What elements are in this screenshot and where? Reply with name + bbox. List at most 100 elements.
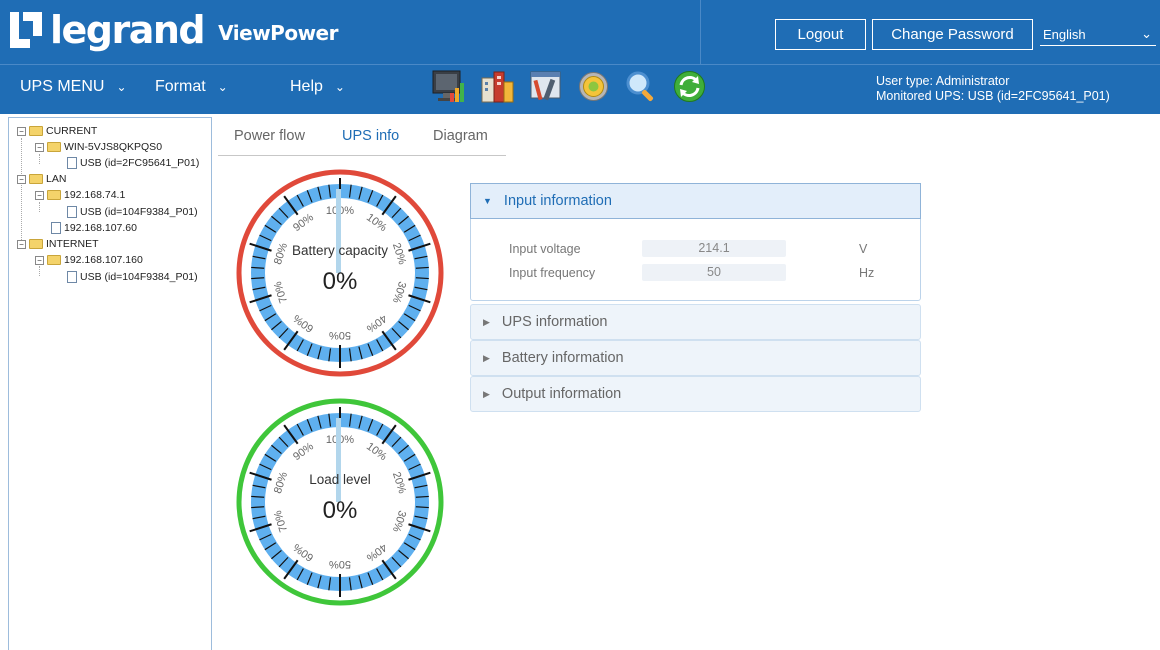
input-frequency-row: Input frequency 50 Hz	[509, 264, 879, 281]
battery-information-header[interactable]: ▶ Battery information	[471, 341, 920, 375]
gauge-scale-label: 60%	[291, 541, 316, 564]
gauge-scale-label: 50%	[329, 558, 351, 570]
format-menu-label: Format	[155, 78, 206, 95]
tree-node-label: USB (id=104F9384_P01)	[80, 271, 198, 283]
gauge-scale-label: 30%	[390, 280, 408, 305]
tab-ups-info[interactable]: UPS info	[342, 128, 399, 144]
header-divider	[0, 64, 1160, 65]
folder-icon	[47, 190, 61, 200]
chevron-down-icon: ⌄	[334, 80, 345, 94]
tab-power-flow[interactable]: Power flow	[234, 128, 305, 144]
collapse-icon[interactable]: −	[17, 126, 26, 136]
tree-node-current[interactable]: − CURRENT	[17, 124, 97, 138]
tree-node-lan-host2[interactable]: 192.168.107.60	[51, 221, 137, 235]
format-menu[interactable]: Format ⌄	[155, 78, 228, 96]
gauge-scale-label: 10%	[364, 212, 389, 235]
folder-icon	[29, 239, 43, 249]
header-divider-vertical	[700, 0, 701, 64]
product-name: ViewPower	[218, 21, 338, 45]
gauge-needle	[336, 189, 341, 273]
change-password-button[interactable]: Change Password	[872, 19, 1033, 50]
toolbar	[431, 68, 708, 105]
collapse-icon[interactable]: −	[17, 174, 26, 184]
collapse-icon[interactable]: −	[35, 255, 44, 265]
folder-icon	[47, 255, 61, 265]
tree-node-label: WIN-5VJS8QKPQS0	[64, 141, 163, 153]
input-information-panel: ▼ Input information Input voltage 214.1 …	[470, 183, 921, 301]
gauge-scale-label: 20%	[390, 471, 408, 496]
help-menu[interactable]: Help ⌄	[290, 78, 345, 96]
monitored-ups: Monitored UPS: USB (id=2FC95641_P01)	[876, 89, 1110, 103]
folder-icon	[29, 126, 43, 136]
tree-node-label: 192.168.107.60	[64, 222, 137, 234]
ups-information-panel[interactable]: ▶ UPS information	[470, 304, 921, 340]
monitor-chart-icon[interactable]	[431, 68, 468, 105]
gauge-value: 0%	[323, 497, 358, 524]
tree-node-lan-host1-device[interactable]: USB (id=104F9384_P01)	[67, 205, 198, 219]
triangle-down-icon: ▼	[483, 196, 492, 206]
tree-node-label: 192.168.74.1	[64, 189, 126, 201]
help-menu-label: Help	[290, 78, 323, 95]
tree-node-current-device[interactable]: USB (id=2FC95641_P01)	[67, 156, 199, 170]
tree-node-label: 192.168.107.160	[64, 254, 143, 266]
gauge-scale-label: 40%	[364, 541, 389, 564]
input-information-header[interactable]: ▼ Input information	[470, 183, 921, 219]
panel-title: Input information	[503, 193, 612, 209]
gauge-minor-tick	[251, 495, 265, 498]
input-frequency-value: 50	[642, 264, 786, 281]
tree-node-label: USB (id=104F9384_P01)	[80, 206, 198, 218]
file-icon	[51, 222, 61, 234]
ups-information-header[interactable]: ▶ UPS information	[471, 305, 920, 339]
refresh-icon[interactable]	[671, 68, 708, 105]
gauge-scale-label: 70%	[272, 509, 290, 534]
tree-node-internet[interactable]: − INTERNET	[17, 237, 99, 251]
gauge-scale-label: 70%	[272, 280, 290, 305]
collapse-icon[interactable]: −	[17, 239, 26, 249]
field-unit: V	[859, 241, 868, 256]
ups-menu[interactable]: UPS MENU ⌄	[20, 78, 127, 96]
tools-window-icon[interactable]	[527, 68, 564, 105]
tree-node-label: LAN	[46, 173, 67, 185]
language-select[interactable]: English ⌄	[1040, 24, 1156, 46]
folder-icon	[29, 174, 43, 184]
gauge-scale-label: 50%	[329, 329, 351, 341]
gauge-dial: 100%10%20%30%40%50%60%70%80%90% Battery …	[236, 169, 444, 377]
collapse-icon[interactable]: −	[35, 190, 44, 200]
chevron-down-icon: ⌄	[217, 80, 228, 94]
gauge-scale-label: 90%	[291, 440, 316, 463]
gauge-scale-label: 90%	[291, 211, 316, 234]
gauge-scale-label: 80%	[272, 470, 290, 495]
output-information-header[interactable]: ▶ Output information	[471, 377, 920, 411]
tree-node-internet-host[interactable]: − 192.168.107.160	[35, 253, 143, 267]
gauge-minor-tick	[415, 277, 429, 280]
tree-node-current-host[interactable]: − WIN-5VJS8QKPQS0	[35, 140, 162, 154]
magnifier-icon[interactable]	[623, 68, 660, 105]
tab-diagram[interactable]: Diagram	[433, 128, 488, 144]
user-type: User type: Administrator	[876, 74, 1010, 88]
legrand-logo: legrand ViewPower	[10, 8, 338, 52]
triangle-right-icon: ▶	[483, 388, 490, 399]
tree-node-lan[interactable]: − LAN	[17, 172, 66, 186]
output-information-panel[interactable]: ▶ Output information	[470, 376, 921, 412]
tab-bar: Power flow UPS info Diagram	[218, 124, 506, 156]
logout-button[interactable]: Logout	[775, 19, 866, 50]
tree-node-label: USB (id=2FC95641_P01)	[80, 157, 200, 169]
battery-information-panel[interactable]: ▶ Battery information	[470, 340, 921, 376]
tree-node-lan-host1[interactable]: − 192.168.74.1	[35, 188, 125, 202]
tree-node-label: INTERNET	[46, 238, 99, 250]
tree-node-internet-device[interactable]: USB (id=104F9384_P01)	[67, 270, 198, 284]
panel-title: Battery information	[501, 350, 624, 366]
gauge-minor-tick	[251, 277, 265, 280]
buildings-icon[interactable]	[479, 68, 516, 105]
settings-disc-icon[interactable]	[575, 68, 612, 105]
user-info: User type: Administrator Monitored UPS: …	[876, 74, 1110, 104]
language-value: English	[1043, 27, 1086, 42]
gauge-label: Load level	[309, 472, 371, 487]
collapse-icon[interactable]: −	[35, 142, 44, 152]
triangle-right-icon: ▶	[483, 316, 490, 327]
gauge-needle	[336, 418, 341, 502]
file-icon	[67, 157, 77, 169]
input-voltage-row: Input voltage 214.1 V	[509, 240, 879, 257]
device-tree: − CURRENT − WIN-5VJS8QKPQS0 USB (id=2FC9…	[8, 117, 212, 650]
gauge-minor-tick	[251, 266, 265, 269]
